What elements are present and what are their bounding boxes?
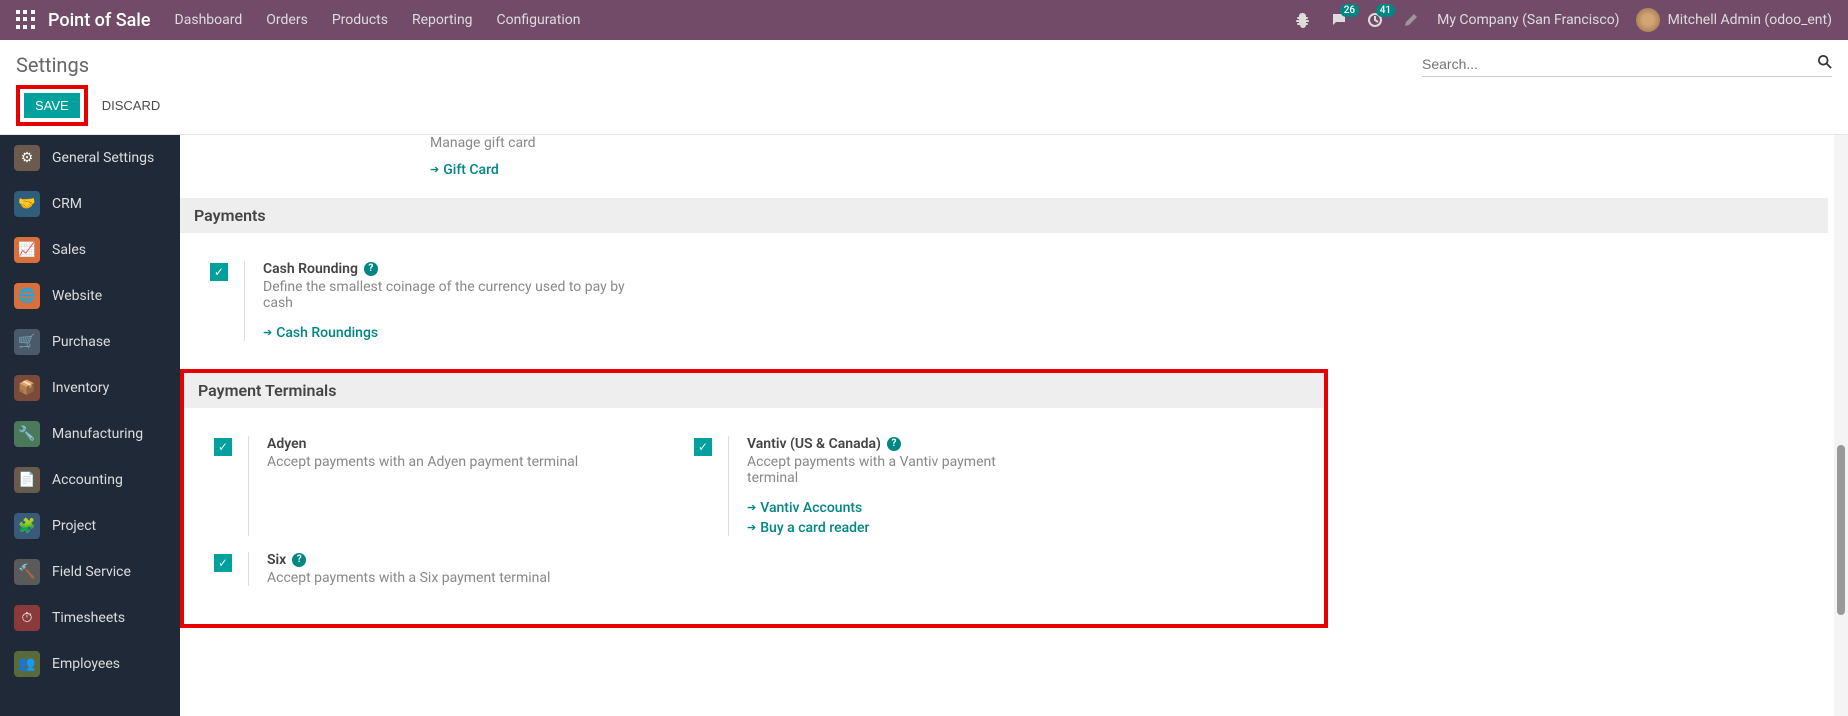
service-icon: 🔨 [14, 559, 40, 585]
nav-configuration[interactable]: Configuration [497, 12, 581, 28]
sidebar-item-label: General Settings [52, 150, 154, 166]
setting-cash-rounding: ✓ Cash Rounding ? Define the smallest co… [190, 253, 670, 349]
search-input[interactable] [1422, 52, 1818, 76]
nav-reporting[interactable]: Reporting [412, 12, 473, 28]
setting-vantiv: ✓ Vantiv (US & Canada) ? Accept payments… [674, 428, 1054, 544]
activity-icon[interactable]: 41 [1365, 10, 1385, 30]
save-highlight-box: SAVE [16, 85, 88, 126]
sidebar-item-label: Sales [52, 242, 86, 258]
cash-rounding-title: Cash Rounding [263, 261, 358, 277]
setting-six: ✓ Six ? Accept payments with a Six payme… [194, 544, 674, 594]
sidebar-item-label: CRM [52, 196, 82, 212]
vantiv-title: Vantiv (US & Canada) [747, 436, 881, 452]
search-box[interactable] [1422, 52, 1832, 77]
payments-section-header: Payments [180, 198, 1828, 233]
avatar [1636, 8, 1660, 32]
settings-sidebar: ⚙ General Settings 🤝 CRM 📈 Sales 🌐 Websi… [0, 135, 180, 716]
buy-card-reader-link[interactable]: Buy a card reader [747, 520, 1034, 536]
chat-icon[interactable]: 26 [1329, 10, 1349, 30]
discard-button[interactable]: DISCARD [92, 85, 171, 126]
sidebar-item-purchase[interactable]: 🛒 Purchase [0, 319, 180, 365]
six-title: Six [267, 552, 286, 568]
cart-icon: 🛒 [14, 329, 40, 355]
save-button[interactable]: SAVE [24, 93, 80, 118]
adyen-title: Adyen [267, 436, 306, 452]
gift-card-desc: Manage gift card [430, 135, 1798, 151]
sidebar-item-label: Project [52, 518, 96, 534]
scrollbar-thumb[interactable] [1837, 445, 1845, 615]
sidebar-item-label: Timesheets [52, 610, 125, 626]
top-navbar: Point of Sale Dashboard Orders Products … [0, 0, 1848, 40]
sidebar-item-label: Employees [52, 656, 120, 672]
sidebar-item-manufacturing[interactable]: 🔧 Manufacturing [0, 411, 180, 457]
sidebar-item-crm[interactable]: 🤝 CRM [0, 181, 180, 227]
chart-icon: 📈 [14, 237, 40, 263]
nav-products[interactable]: Products [332, 12, 388, 28]
document-icon: 📄 [14, 467, 40, 493]
nav-dashboard[interactable]: Dashboard [175, 12, 243, 28]
search-icon[interactable] [1818, 55, 1832, 73]
apps-icon[interactable] [16, 10, 36, 30]
cash-rounding-checkbox[interactable]: ✓ [210, 263, 228, 281]
box-icon: 📦 [14, 375, 40, 401]
user-name: Mitchell Admin (odoo_ent) [1668, 12, 1832, 28]
user-menu[interactable]: Mitchell Admin (odoo_ent) [1636, 8, 1832, 32]
wrench-icon: 🔧 [14, 421, 40, 447]
puzzle-icon: 🧩 [14, 513, 40, 539]
adyen-checkbox[interactable]: ✓ [214, 438, 232, 456]
sidebar-item-field-service[interactable]: 🔨 Field Service [0, 549, 180, 595]
scrollbar-track[interactable] [1834, 135, 1848, 716]
sidebar-item-website[interactable]: 🌐 Website [0, 273, 180, 319]
sidebar-item-label: Field Service [52, 564, 131, 580]
cash-roundings-link[interactable]: Cash Roundings [263, 325, 650, 341]
terminals-highlight-box: Payment Terminals ✓ Adyen Accept payment… [180, 369, 1328, 628]
sidebar-item-general[interactable]: ⚙ General Settings [0, 135, 180, 181]
sidebar-item-accounting[interactable]: 📄 Accounting [0, 457, 180, 503]
nav-orders[interactable]: Orders [266, 12, 308, 28]
subheader: Settings SAVE DISCARD [0, 40, 1848, 135]
chat-badge: 26 [1340, 4, 1359, 17]
vantiv-checkbox[interactable]: ✓ [694, 438, 712, 456]
handshake-icon: 🤝 [14, 191, 40, 217]
activity-badge: 41 [1376, 4, 1395, 17]
clock-icon: ⏱ [14, 605, 40, 631]
terminals-section-header: Payment Terminals [184, 373, 1324, 408]
debug-icon[interactable] [1293, 10, 1313, 30]
app-title[interactable]: Point of Sale [48, 10, 151, 31]
sidebar-item-employees[interactable]: 👥 Employees [0, 641, 180, 687]
company-selector[interactable]: My Company (San Francisco) [1437, 12, 1619, 28]
sidebar-item-sales[interactable]: 📈 Sales [0, 227, 180, 273]
help-icon[interactable]: ? [887, 437, 901, 451]
nav-menu: Dashboard Orders Products Reporting Conf… [175, 12, 581, 28]
adyen-desc: Accept payments with an Adyen payment te… [267, 454, 654, 470]
cash-rounding-desc: Define the smallest coinage of the curre… [263, 279, 650, 311]
sidebar-item-label: Manufacturing [52, 426, 143, 442]
nav-right: 26 41 My Company (San Francisco) Mitchel… [1293, 8, 1832, 32]
six-desc: Accept payments with a Six payment termi… [267, 570, 654, 586]
sidebar-item-label: Inventory [52, 380, 109, 396]
help-icon[interactable]: ? [364, 262, 378, 276]
sidebar-item-label: Accounting [52, 472, 123, 488]
people-icon: 👥 [14, 651, 40, 677]
gift-card-link[interactable]: Gift Card [430, 162, 499, 178]
settings-content: Manage gift card Gift Card Payments ✓ Ca… [180, 135, 1848, 716]
setting-adyen: ✓ Adyen Accept payments with an Adyen pa… [194, 428, 674, 544]
sidebar-item-inventory[interactable]: 📦 Inventory [0, 365, 180, 411]
vantiv-desc: Accept payments with a Vantiv payment te… [747, 454, 1034, 486]
sidebar-item-project[interactable]: 🧩 Project [0, 503, 180, 549]
main-wrap: ⚙ General Settings 🤝 CRM 📈 Sales 🌐 Websi… [0, 135, 1848, 716]
six-checkbox[interactable]: ✓ [214, 554, 232, 572]
gear-icon: ⚙ [14, 145, 40, 171]
tools-icon[interactable] [1401, 10, 1421, 30]
sidebar-item-timesheets[interactable]: ⏱ Timesheets [0, 595, 180, 641]
globe-icon: 🌐 [14, 283, 40, 309]
help-icon[interactable]: ? [292, 553, 306, 567]
page-title: Settings [16, 53, 89, 77]
vantiv-accounts-link[interactable]: Vantiv Accounts [747, 500, 1034, 516]
sidebar-item-label: Website [52, 288, 102, 304]
sidebar-item-label: Purchase [52, 334, 110, 350]
